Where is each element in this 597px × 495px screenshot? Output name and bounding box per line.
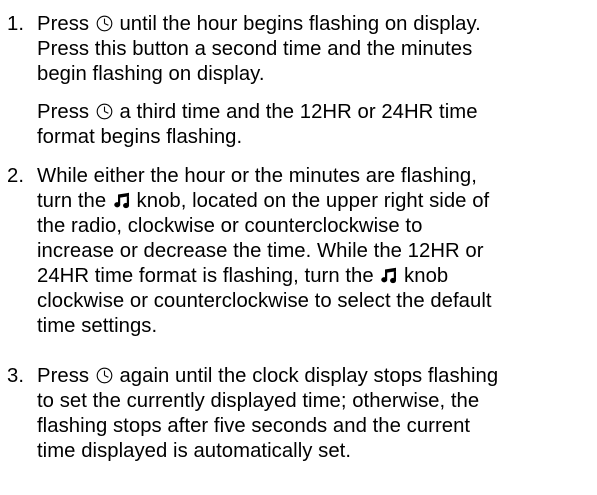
step-line: to set the currently displayed time; oth…: [37, 390, 480, 412]
step-line: flashing stops after five seconds and th…: [37, 415, 471, 437]
step-line: clockwise or counterclockwise to select …: [37, 290, 492, 312]
step-line: begin flashing on display.: [37, 63, 265, 85]
step-line: increase or decrease the time. While the…: [37, 240, 484, 262]
step-number: 2.: [7, 165, 25, 187]
step-line: format begins flashing.: [37, 126, 243, 148]
step-line: 24HR time format is flashing, turn the k…: [37, 265, 449, 287]
clock-icon: [96, 103, 113, 120]
step-line: time settings.: [37, 315, 158, 337]
step-number: 3.: [7, 365, 25, 387]
music-note-icon: [113, 192, 130, 209]
step-line: turn the knob, located on the upper righ…: [37, 190, 490, 212]
step-line: Press this button a second time and the …: [37, 38, 473, 60]
clock-icon: [96, 367, 113, 384]
music-note-icon: [380, 267, 397, 284]
step-number: 1.: [7, 13, 25, 35]
step-line: time displayed is automatically set.: [37, 440, 352, 462]
clock-icon: [96, 15, 113, 32]
step-line: Press until the hour begins flashing on …: [37, 13, 481, 35]
step-line: the radio, clockwise or counterclockwise…: [37, 215, 423, 237]
step-line: Press a third time and the 12HR or 24HR …: [37, 101, 478, 123]
instruction-document: 1. Press until the hour begins flashing …: [0, 0, 597, 495]
step-line: Press again until the clock display stop…: [37, 365, 499, 387]
step-line: While either the hour or the minutes are…: [37, 165, 477, 187]
